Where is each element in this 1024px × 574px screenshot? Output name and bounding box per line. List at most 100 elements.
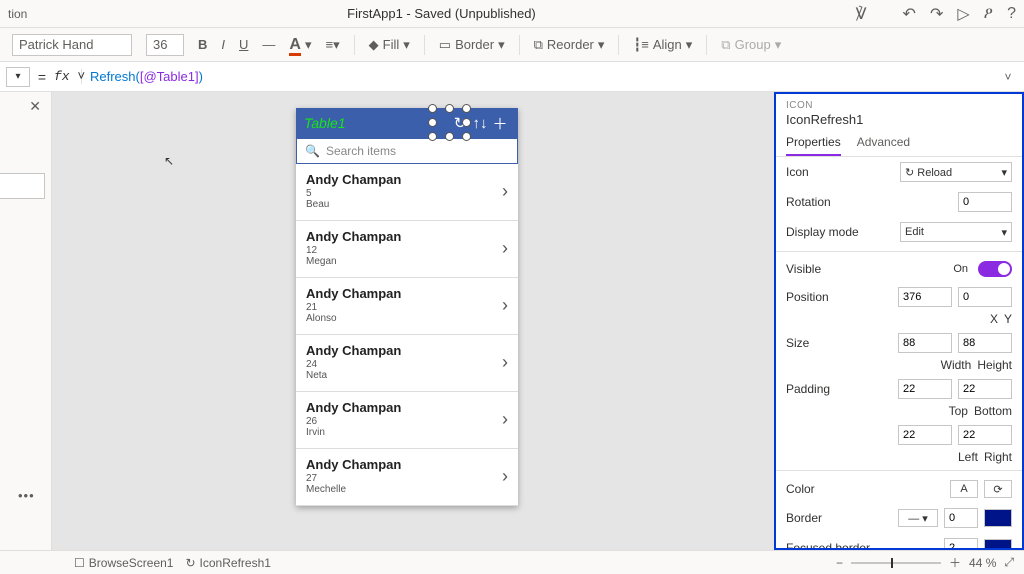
diagnostics-icon[interactable]: ℣ bbox=[856, 4, 867, 24]
reorder-button[interactable]: ⧉ Reorder ▾ bbox=[534, 37, 605, 53]
item-sub1: 12 bbox=[306, 245, 502, 256]
visible-toggle[interactable] bbox=[978, 261, 1012, 277]
padding-bottom-input[interactable] bbox=[958, 379, 1012, 399]
border-color-swatch[interactable] bbox=[984, 509, 1012, 527]
color-swap-button[interactable]: ⟳ bbox=[984, 480, 1012, 498]
color-label: Color bbox=[786, 482, 944, 496]
chevron-right-icon[interactable]: › bbox=[502, 295, 508, 316]
zoom-in-icon[interactable]: ＋ bbox=[949, 554, 961, 571]
nav-slot[interactable] bbox=[0, 173, 45, 199]
list-item[interactable]: Andy Champan21Alonso› bbox=[296, 278, 518, 335]
list-item[interactable]: Andy Champan26Irvin› bbox=[296, 392, 518, 449]
padding-left-input[interactable] bbox=[898, 425, 952, 445]
bold-button[interactable]: B bbox=[198, 37, 207, 52]
align-button[interactable]: ┇≡ Align ▾ bbox=[633, 37, 692, 53]
undo-icon[interactable]: ↶ bbox=[903, 4, 916, 24]
group-button[interactable]: ⧉ Group ▾ bbox=[721, 37, 781, 53]
tab-advanced[interactable]: Advanced bbox=[857, 135, 910, 156]
border-button[interactable]: ▭ Border ▾ bbox=[439, 37, 505, 53]
icon-select[interactable]: ↻ Reload▾ bbox=[900, 162, 1012, 182]
list-item[interactable]: Andy Champan12Megan› bbox=[296, 221, 518, 278]
search-placeholder: Search items bbox=[326, 144, 396, 158]
item-sub1: 26 bbox=[306, 416, 502, 427]
gallery-list: Andy Champan5Beau›Andy Champan12Megan›An… bbox=[296, 164, 518, 506]
more-icon[interactable]: ••• bbox=[18, 488, 35, 503]
design-canvas[interactable]: Table1 ↻ ↑↓ ＋ 🔍 Search items Andy Champa… bbox=[52, 92, 774, 550]
fx-label: fx ˅ bbox=[54, 69, 82, 84]
list-item[interactable]: Andy Champan5Beau› bbox=[296, 164, 518, 221]
strike-button[interactable]: — bbox=[262, 37, 275, 52]
format-ribbon: Patrick Hand 36 B I U — A▾ ≡▾ ◆ Fill ▾ ▭… bbox=[0, 28, 1024, 62]
list-item[interactable]: Andy Champan24Neta› bbox=[296, 335, 518, 392]
chevron-right-icon[interactable]: › bbox=[502, 352, 508, 373]
item-sub1: 5 bbox=[306, 188, 502, 199]
fit-icon[interactable]: ⤢ bbox=[1004, 555, 1014, 570]
position-label: Position bbox=[786, 290, 892, 304]
color-text-button[interactable]: A bbox=[950, 480, 978, 498]
item-sub1: 21 bbox=[306, 302, 502, 313]
title-bar: tion FirstApp1 - Saved (Unpublished) ℣ ↶… bbox=[0, 0, 1024, 28]
rotation-label: Rotation bbox=[786, 195, 952, 209]
focused-border-input[interactable] bbox=[944, 538, 978, 550]
zoom-controls: − ＋ 44 % ⤢ bbox=[836, 554, 1014, 571]
padding-right-input[interactable] bbox=[958, 425, 1012, 445]
chevron-right-icon[interactable]: › bbox=[502, 181, 508, 202]
rotation-input[interactable] bbox=[958, 192, 1012, 212]
displaymode-select[interactable]: Edit▾ bbox=[900, 222, 1012, 242]
breadcrumb-screen[interactable]: ☐ BrowseScreen1 bbox=[74, 556, 173, 570]
sort-icon[interactable]: ↑↓ bbox=[470, 115, 490, 132]
add-icon[interactable]: ＋ bbox=[490, 113, 510, 134]
app-header: Table1 ↻ ↑↓ ＋ bbox=[296, 108, 518, 138]
redo-icon[interactable]: ↷ bbox=[930, 4, 943, 24]
item-sub1: 24 bbox=[306, 359, 502, 370]
titlebar-actions: ℣ ↶ ↷ ▷ ዖ ? bbox=[856, 4, 1016, 24]
visible-label: Visible bbox=[786, 262, 947, 276]
share-icon[interactable]: ዖ bbox=[984, 5, 993, 23]
font-color-button[interactable]: A▾ bbox=[289, 36, 311, 54]
help-icon[interactable]: ? bbox=[1007, 5, 1016, 23]
workspace: ✕ ••• Table1 ↻ ↑↓ ＋ 🔍 Search items Andy … bbox=[0, 92, 1024, 550]
zoom-out-icon[interactable]: − bbox=[836, 556, 843, 570]
font-size-select[interactable]: 36 bbox=[146, 34, 184, 56]
align-text-button[interactable]: ≡▾ bbox=[326, 37, 340, 53]
breadcrumb-control[interactable]: ↻ IconRefresh1 bbox=[185, 556, 270, 570]
icon-label: Icon bbox=[786, 165, 894, 179]
document-title: FirstApp1 - Saved (Unpublished) bbox=[27, 6, 855, 21]
formula-expand-icon[interactable]: ˅ bbox=[998, 70, 1018, 84]
play-icon[interactable]: ▷ bbox=[957, 4, 969, 24]
position-x-input[interactable] bbox=[898, 287, 952, 307]
formula-input[interactable]: Refresh([@Table1]) bbox=[84, 69, 996, 85]
item-sub2: Irvin bbox=[306, 427, 502, 438]
item-sub2: Beau bbox=[306, 199, 502, 210]
chevron-right-icon[interactable]: › bbox=[502, 238, 508, 259]
size-w-input[interactable] bbox=[898, 333, 952, 353]
size-label: Size bbox=[786, 336, 892, 350]
font-name-select[interactable]: Patrick Hand bbox=[12, 34, 132, 56]
position-y-input[interactable] bbox=[958, 287, 1012, 307]
list-item[interactable]: Andy Champan27Mechelle› bbox=[296, 449, 518, 506]
displaymode-label: Display mode bbox=[786, 225, 894, 239]
underline-button[interactable]: U bbox=[239, 37, 248, 52]
focused-border-swatch[interactable] bbox=[984, 539, 1012, 550]
italic-button[interactable]: I bbox=[221, 37, 225, 52]
item-sub1: 27 bbox=[306, 473, 502, 484]
close-icon[interactable]: ✕ bbox=[0, 92, 51, 121]
border-weight-input[interactable] bbox=[944, 508, 978, 528]
item-title: Andy Champan bbox=[306, 172, 502, 187]
zoom-slider[interactable] bbox=[851, 562, 941, 564]
padding-top-input[interactable] bbox=[898, 379, 952, 399]
fill-button[interactable]: ◆ Fill ▾ bbox=[369, 37, 410, 53]
property-selector[interactable]: ▾ bbox=[6, 67, 30, 87]
border-style-select[interactable]: — ▾ bbox=[898, 509, 938, 527]
search-input[interactable]: 🔍 Search items bbox=[296, 138, 518, 164]
size-h-input[interactable] bbox=[958, 333, 1012, 353]
tab-properties[interactable]: Properties bbox=[786, 135, 841, 156]
status-bar: ☐ BrowseScreen1 ↻ IconRefresh1 − ＋ 44 % … bbox=[0, 550, 1024, 574]
control-name: IconRefresh1 bbox=[786, 112, 1012, 127]
item-sub2: Mechelle bbox=[306, 484, 502, 495]
padding-label: Padding bbox=[786, 382, 892, 396]
chevron-right-icon[interactable]: › bbox=[502, 466, 508, 487]
chevron-right-icon[interactable]: › bbox=[502, 409, 508, 430]
selection-handles[interactable] bbox=[428, 104, 472, 142]
item-title: Andy Champan bbox=[306, 457, 502, 472]
